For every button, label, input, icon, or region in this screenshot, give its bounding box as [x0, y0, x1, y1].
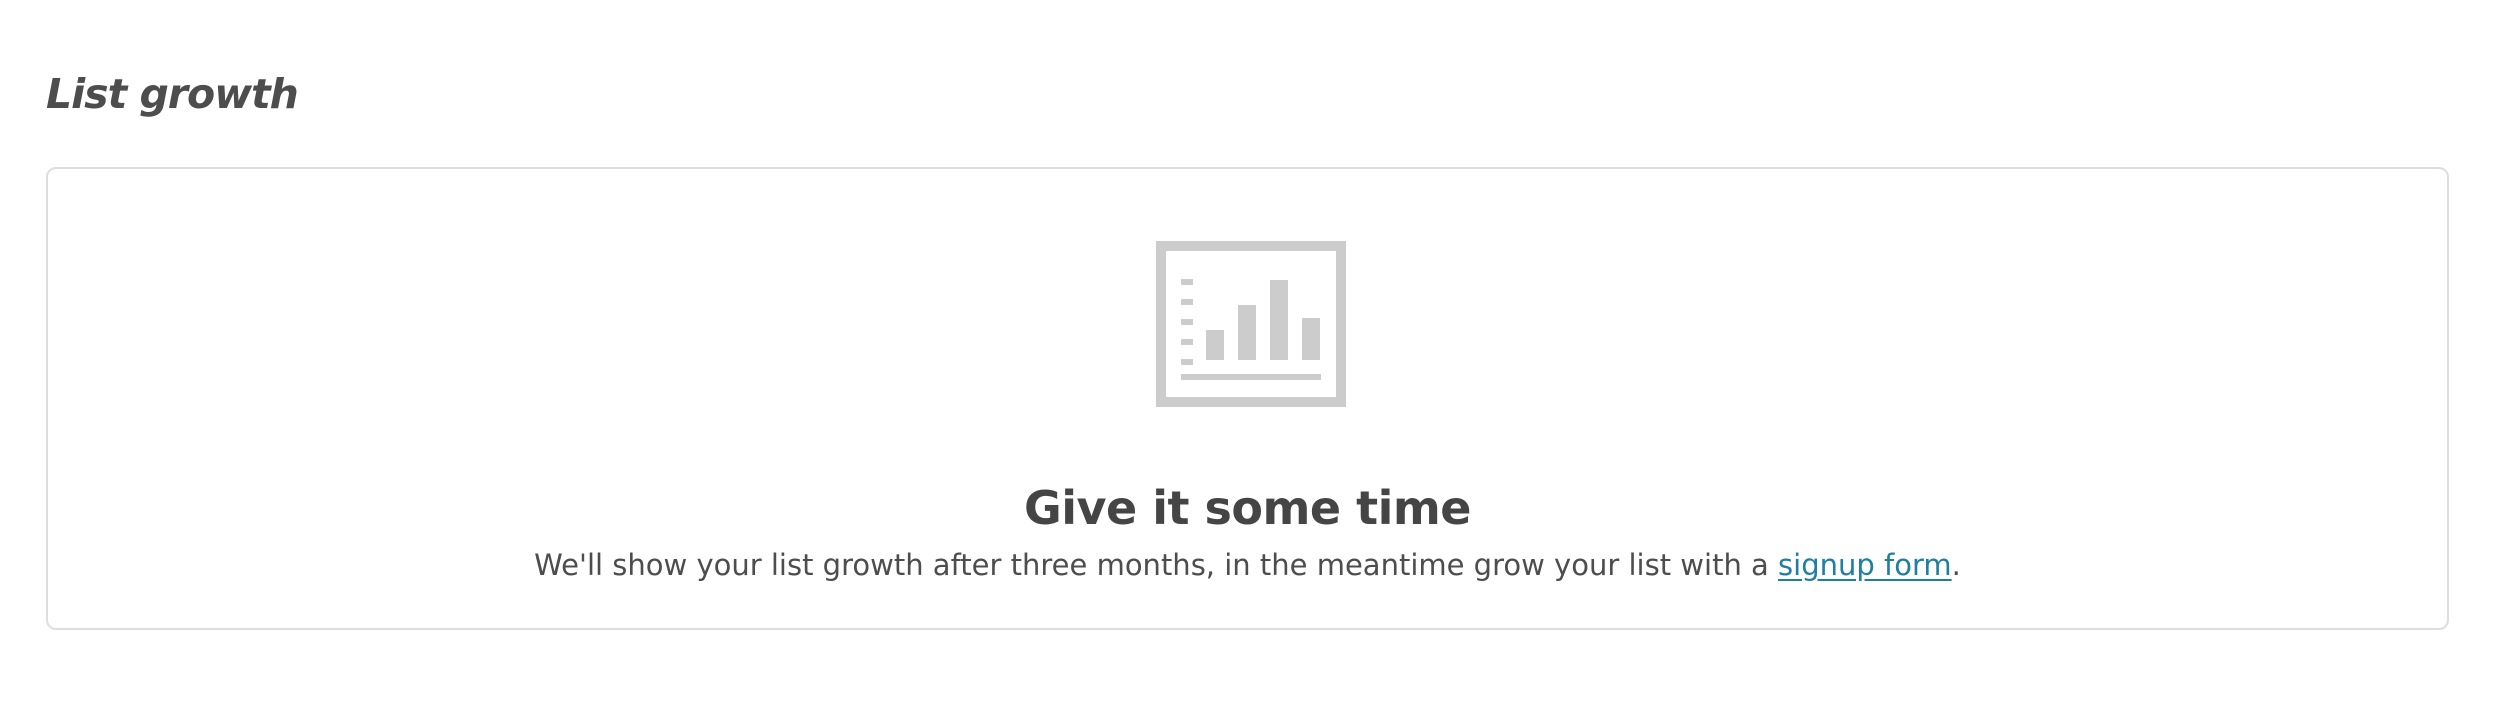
empty-state-message-text: We'll show your list growth after three … — [534, 548, 1779, 582]
section-title: List growth — [46, 70, 299, 118]
empty-state-message: We'll show your list growth after three … — [48, 547, 2447, 585]
empty-state-card: Give it some time We'll show your list g… — [46, 167, 2449, 630]
empty-state-heading: Give it some time — [1023, 481, 1472, 535]
bar-chart-icon — [1156, 241, 1346, 407]
empty-state-message-end: . — [1951, 548, 1961, 582]
signup-form-link[interactable]: signup form — [1778, 548, 1952, 582]
